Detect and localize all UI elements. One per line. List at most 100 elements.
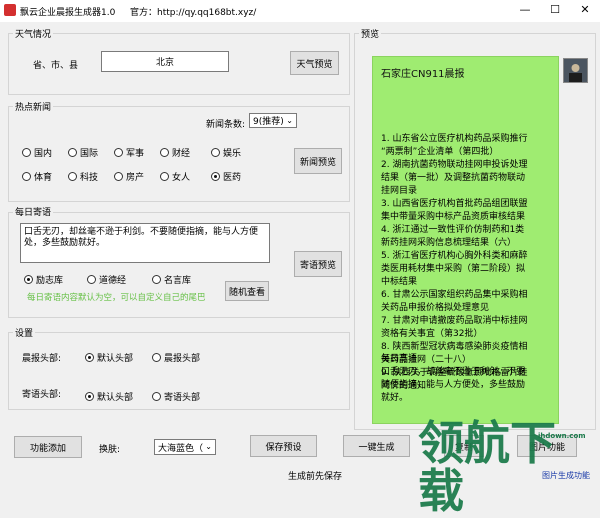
news-category-label: 房产 <box>126 173 145 183</box>
window-title: 飘云企业晨报生成器1.0 <box>20 8 116 18</box>
news-category-label: 医药 <box>223 173 242 183</box>
weather-preview-button[interactable]: 天气预览 <box>290 51 339 75</box>
preview-news-line: 挂网目录 <box>381 186 418 196</box>
preview-news-line: 关药品申报价格拟处理意见 <box>381 303 490 313</box>
preview-news-line: 5. 浙江省医疗机构心胸外科类和麻醉 <box>381 251 528 261</box>
radio-icon <box>152 392 161 401</box>
preview-daily-line: 随便指摘，能与人方便处，多些鼓励 <box>381 380 526 390</box>
news-category-label: 女人 <box>172 173 191 183</box>
news-category-realestate[interactable]: 房产 <box>114 170 144 183</box>
news-category-military[interactable]: 军事 <box>114 146 144 159</box>
radio-icon <box>152 275 161 284</box>
news-category-international[interactable]: 国际 <box>68 146 98 159</box>
preview-news-line: 资格有关事宜（第32批） <box>381 329 483 339</box>
news-count-value: 9(推荐) <box>253 117 284 127</box>
news-category-medicine[interactable]: 医药 <box>211 170 241 183</box>
website-link[interactable]: 官方：http://qy.qq168bt.xyz/ <box>130 5 256 18</box>
preview-news-line: “两票制”企业清单（第四批） <box>381 147 499 157</box>
radio-icon <box>160 172 169 181</box>
news-category-entertainment[interactable]: 娱乐 <box>211 146 241 159</box>
morning-header-custom[interactable]: 晨报头部 <box>152 351 200 364</box>
app-icon <box>4 4 16 16</box>
morning-header-default[interactable]: 默认头部 <box>85 351 133 364</box>
news-preview-button[interactable]: 新闻预览 <box>294 148 342 174</box>
daily-message-textarea[interactable]: 口舌无刃，却丝毫不逊于利剑。不要随便指摘，能与人方便处，多些鼓励就好。 <box>20 223 270 263</box>
radio-icon <box>68 148 77 157</box>
radio-icon <box>160 148 169 157</box>
news-category-label: 国际 <box>80 149 99 159</box>
preview-news-line: 2. 湖南抗菌药物联动挂网申投诉处理 <box>381 160 528 170</box>
skin-label: 换肤: <box>99 445 121 455</box>
preview-news-line: 结果（第一批）及调整抗菌药物联动 <box>381 173 526 183</box>
preview-news-line: 集中带量采购中标产品资质审核结果 <box>381 212 526 222</box>
preview-daily-line: 口舌无刃，却丝毫不逊于利剑。不要 <box>381 367 526 377</box>
radio-selected-icon <box>85 353 94 362</box>
generate-button[interactable]: 一键生成 <box>343 435 410 457</box>
preview-heading: 石家庄CN911晨报 <box>381 69 465 80</box>
radio-icon <box>68 172 77 181</box>
location-label: 省、市、县 <box>33 61 79 71</box>
preview-group-title: 预览 <box>359 27 382 40</box>
news-category-label: 体育 <box>34 173 53 183</box>
news-category-domestic[interactable]: 国内 <box>22 146 52 159</box>
news-group-title: 热点新闻 <box>13 100 54 113</box>
radio-icon <box>114 172 123 181</box>
news-category-label: 娱乐 <box>223 149 242 159</box>
radio-icon <box>211 148 220 157</box>
news-category-sports[interactable]: 体育 <box>22 170 52 183</box>
daily-preview-button[interactable]: 寄语预览 <box>294 251 342 277</box>
random-view-button[interactable]: 随机查看 <box>225 281 269 301</box>
radio-icon <box>114 148 123 157</box>
chevron-down-icon: ⌄ <box>286 116 293 125</box>
source-taoteching[interactable]: 道德经 <box>87 273 126 286</box>
preview-news-line: 中标结果 <box>381 277 418 287</box>
news-category-tech[interactable]: 科技 <box>68 170 98 183</box>
radio-selected-icon <box>85 392 94 401</box>
preview-daily-message: 每日寄语 口舌无刃，却丝毫不逊于利剑。不要 随便指摘，能与人方便处，多些鼓励 就… <box>381 351 555 403</box>
daily-header-custom[interactable]: 寄语头部 <box>152 390 200 403</box>
source-motivational[interactable]: 励志库 <box>24 273 63 286</box>
radio-icon <box>22 172 31 181</box>
preview-news-line: 3. 山西省医疗机构首批药品组团联盟 <box>381 199 528 209</box>
news-category-finance[interactable]: 财经 <box>160 146 190 159</box>
option-label: 默认头部 <box>97 354 134 364</box>
maximize-icon[interactable]: ☐ <box>540 0 570 22</box>
option-label: 晨报头部 <box>164 354 201 364</box>
header-setting-label: 晨报头部: <box>22 354 62 364</box>
chevron-down-icon: ⌄ <box>205 442 212 451</box>
status-text: 生成前先保存 <box>288 472 343 482</box>
daily-hint: 每日寄语内容默认为空，可以自定义自己的尾巴 <box>27 293 206 303</box>
daily-group-title: 每日寄语 <box>13 205 54 218</box>
radio-icon <box>87 275 96 284</box>
daily-header-setting-label: 寄语头部: <box>22 390 62 400</box>
skin-value: 大海蓝色（ <box>158 443 204 454</box>
news-category-label: 军事 <box>126 149 145 159</box>
add-feature-button[interactable]: 功能添加 <box>14 436 82 458</box>
preview-news-line: 7. 甘肃对申请撤废药品取消中标挂网 <box>381 316 528 326</box>
source-label: 名言库 <box>164 276 192 286</box>
preview-daily-line: 就好。 <box>381 393 409 403</box>
daily-header-default[interactable]: 默认头部 <box>85 390 133 403</box>
preview-news-line: 1. 山东省公立医疗机构药品采购推行 <box>381 134 528 144</box>
news-category-women[interactable]: 女人 <box>160 170 190 183</box>
radio-selected-icon <box>24 275 33 284</box>
option-label: 默认头部 <box>97 393 134 403</box>
source-quotes[interactable]: 名言库 <box>152 273 191 286</box>
minimize-icon[interactable]: — <box>510 0 540 22</box>
preview-news-line: 新药挂网采购信息梳理结果（六） <box>381 238 517 248</box>
location-input[interactable]: 北京 <box>101 51 229 72</box>
skin-select[interactable]: 大海蓝色（ ⌄ <box>154 439 216 455</box>
close-icon[interactable]: ✕ <box>570 0 600 22</box>
news-count-select[interactable]: 9(推荐) ⌄ <box>249 113 297 128</box>
radio-icon <box>152 353 161 362</box>
weather-group-title: 天气情况 <box>13 27 54 40</box>
save-preset-button[interactable]: 保存预设 <box>250 435 317 457</box>
title-bar: 飘云企业晨报生成器1.0 官方：http://qy.qq168bt.xyz/ —… <box>0 0 600 22</box>
news-category-label: 科技 <box>80 173 99 183</box>
watermark-site: ihdown.com <box>538 432 586 440</box>
preview-daily-line: 每日寄语 <box>381 354 418 364</box>
source-label: 道德经 <box>99 276 127 286</box>
news-category-label: 国内 <box>34 149 53 159</box>
news-count-label: 新闻条数: <box>206 120 246 130</box>
settings-group-title: 设置 <box>13 326 36 339</box>
